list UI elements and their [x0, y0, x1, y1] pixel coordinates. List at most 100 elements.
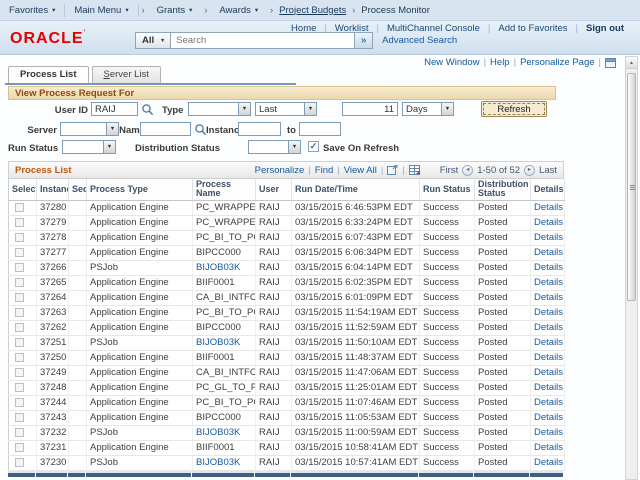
process-name-cell: PC_WRAPPER	[193, 200, 256, 215]
details-cell-link[interactable]: Details	[534, 337, 563, 348]
row-select-checkbox[interactable]	[15, 443, 24, 452]
row-select-checkbox[interactable]	[15, 293, 24, 302]
scrollbar-up-arrow-icon[interactable]: ▲	[626, 57, 637, 69]
instance-cell: 37251	[37, 335, 69, 350]
row-select-checkbox[interactable]	[15, 383, 24, 392]
breadcrumb-main-menu[interactable]: Main Menu ▾	[65, 5, 137, 16]
save-on-refresh-checkbox[interactable]	[308, 141, 319, 152]
user-id-input[interactable]	[91, 102, 138, 116]
user-cell: RAIJ	[256, 380, 292, 395]
server-select[interactable]: ▼	[60, 122, 119, 136]
user-id-lookup-icon[interactable]	[141, 103, 154, 116]
select-cell	[9, 365, 37, 380]
search-scope-dropdown[interactable]: All ▾	[135, 32, 171, 49]
vertical-scrollbar[interactable]: ▲	[625, 56, 638, 480]
refresh-button[interactable]: Refresh	[481, 101, 547, 117]
details-cell-link[interactable]: Details	[534, 202, 563, 213]
row-select-checkbox[interactable]	[15, 413, 24, 422]
details-cell-link[interactable]: Details	[534, 277, 563, 288]
row-select-checkbox[interactable]	[15, 323, 24, 332]
advanced-search-link[interactable]: Advanced Search	[382, 35, 457, 46]
instance-from-input[interactable]	[238, 122, 281, 136]
row-select-checkbox[interactable]	[15, 248, 24, 257]
details-cell-link[interactable]: Details	[534, 457, 563, 468]
details-cell-link[interactable]: Details	[534, 427, 563, 438]
partial-row-cell	[36, 471, 67, 477]
process-type-cell: Application Engine	[87, 245, 193, 260]
column-header: Select	[9, 179, 37, 200]
row-select-checkbox[interactable]	[15, 428, 24, 437]
previous-page-icon[interactable]: ◄	[462, 165, 473, 176]
run-status-select[interactable]: ▼	[62, 140, 116, 154]
process-type-cell: Application Engine	[87, 380, 193, 395]
details-cell-link[interactable]: Details	[534, 382, 563, 393]
user-cell: RAIJ	[256, 260, 292, 275]
add-to-favorites-link[interactable]: Add to Favorites	[490, 23, 575, 34]
details-cell-link[interactable]: Details	[534, 307, 563, 318]
breadcrumb-awards[interactable]: Awards ▾	[210, 5, 267, 16]
days-count-input[interactable]	[342, 102, 398, 116]
tab-server-list[interactable]: Server List	[92, 66, 161, 83]
select-cell	[9, 215, 37, 230]
details-cell-link[interactable]: Details	[534, 352, 563, 363]
days-unit-select[interactable]: Days ▼	[402, 102, 454, 116]
breadcrumb-grants[interactable]: Grants ▾	[148, 5, 202, 16]
row-select-checkbox[interactable]	[15, 398, 24, 407]
download-to-excel-icon[interactable]	[409, 165, 420, 175]
distribution-status-select[interactable]: ▼	[248, 140, 301, 154]
row-select-checkbox[interactable]	[15, 458, 24, 467]
breadcrumb-favorites-menu[interactable]: Favorites ▾	[0, 5, 64, 16]
search-go-button[interactable]: »	[355, 32, 373, 49]
sign-out-link[interactable]: Sign out	[578, 23, 632, 34]
scrollbar-thumb[interactable]	[627, 73, 636, 301]
next-page-icon[interactable]: ►	[524, 165, 535, 176]
details-cell-link[interactable]: Details	[534, 397, 563, 408]
process-name-cell-link[interactable]: BIJOB03K	[196, 337, 240, 348]
row-select-checkbox[interactable]	[15, 263, 24, 272]
process-table-body: 37280Application EnginePC_WRAPPERRAIJ03/…	[9, 200, 565, 470]
select-cell	[9, 260, 37, 275]
pagination-last-link[interactable]: Last	[539, 165, 557, 176]
pagination-first-link[interactable]: First	[440, 165, 458, 176]
process-name-cell-link[interactable]: BIJOB03K	[196, 262, 240, 273]
details-cell-link[interactable]: Details	[534, 247, 563, 258]
details-cell-link[interactable]: Details	[534, 442, 563, 453]
new-window-link[interactable]: New Window	[424, 57, 479, 68]
table-row: 37250Application EngineBIIF0001RAIJ03/15…	[9, 350, 565, 365]
details-cell-link[interactable]: Details	[534, 217, 563, 228]
instance-to-input[interactable]	[299, 122, 341, 136]
row-select-checkbox[interactable]	[15, 368, 24, 377]
help-link[interactable]: Help	[490, 57, 510, 68]
details-cell-link[interactable]: Details	[534, 322, 563, 333]
zoom-popup-icon[interactable]	[387, 165, 398, 175]
details-cell-link[interactable]: Details	[534, 412, 563, 423]
personalize-page-link[interactable]: Personalize Page	[520, 57, 594, 68]
row-select-checkbox[interactable]	[15, 233, 24, 242]
find-link[interactable]: Find	[315, 165, 333, 176]
row-select-checkbox[interactable]	[15, 278, 24, 287]
view-all-link[interactable]: View All	[344, 165, 377, 176]
search-input[interactable]	[171, 32, 355, 49]
name-input[interactable]	[140, 122, 191, 136]
process-name-cell-link[interactable]: BIJOB03K	[196, 427, 240, 438]
partial-row-cell	[474, 471, 529, 477]
grid-titlebar: Process List Personalize | Find | View A…	[8, 161, 564, 179]
details-cell-link[interactable]: Details	[534, 232, 563, 243]
row-select-checkbox[interactable]	[15, 353, 24, 362]
details-cell-link[interactable]: Details	[534, 292, 563, 303]
page-layout-icon[interactable]	[605, 58, 616, 68]
row-select-checkbox[interactable]	[15, 308, 24, 317]
tab-process-list[interactable]: Process List	[8, 66, 89, 83]
row-select-checkbox[interactable]	[15, 338, 24, 347]
personalize-link[interactable]: Personalize	[255, 165, 305, 176]
details-cell-link[interactable]: Details	[534, 367, 563, 378]
breadcrumb-project-budgets[interactable]: Project Budgets	[276, 5, 349, 16]
type-select[interactable]: ▼	[188, 102, 251, 116]
process-name-cell-link[interactable]: BIJOB03K	[196, 457, 240, 468]
link-pipe: |	[484, 57, 486, 68]
row-select-checkbox[interactable]	[15, 218, 24, 227]
row-select-checkbox[interactable]	[15, 203, 24, 212]
last-select[interactable]: Last ▼	[255, 102, 317, 116]
user-cell: RAIJ	[256, 230, 292, 245]
details-cell-link[interactable]: Details	[534, 262, 563, 273]
